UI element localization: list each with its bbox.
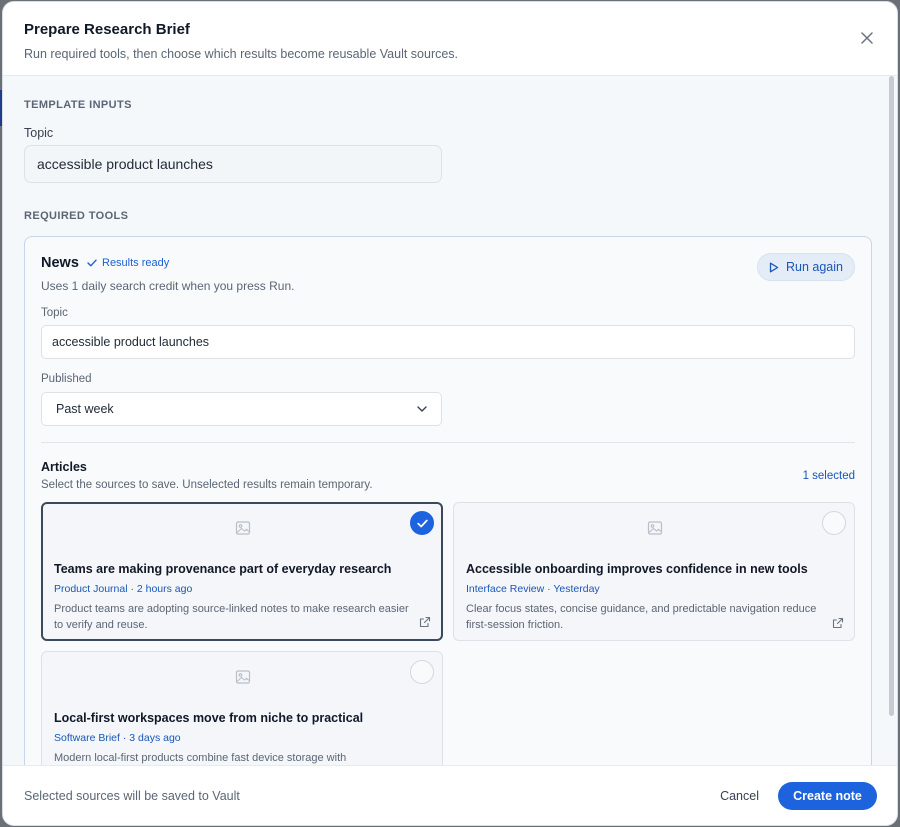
topic-label: Topic	[24, 126, 54, 140]
close-icon	[861, 32, 873, 44]
required-tools-heading: REQUIRED TOOLS	[24, 210, 129, 222]
topic-input[interactable]: accessible product launches	[24, 145, 442, 183]
dialog-header: Prepare Research Brief Run required tool…	[3, 2, 897, 76]
article-title: Local-first workspaces move from niche t…	[54, 711, 364, 725]
article-excerpt: Clear focus states, concise guidance, an…	[466, 603, 817, 631]
selection-checkbox[interactable]	[822, 511, 846, 535]
article-card[interactable]: Teams are making provenance part of ever…	[41, 502, 443, 641]
image-placeholder-icon	[235, 670, 251, 684]
tool-name: News	[41, 255, 79, 271]
tool-topic-label: Topic	[41, 307, 68, 319]
tool-description: Uses 1 daily search credit when you pres…	[41, 279, 295, 293]
article-excerpt: Product teams are adopting source-linked…	[54, 603, 409, 631]
template-inputs-heading: TEMPLATE INPUTS	[24, 99, 132, 111]
dialog-title: Prepare Research Brief	[24, 21, 190, 38]
selected-count: 1 selected	[802, 470, 855, 482]
check-icon	[87, 259, 97, 267]
play-icon	[769, 262, 779, 272]
tool-topic-value: accessible product launches	[52, 335, 210, 349]
published-select[interactable]: Past week	[41, 392, 442, 426]
article-card[interactable]: Local-first workspaces move from niche t…	[41, 651, 443, 765]
article-title: Teams are making provenance part of ever…	[54, 562, 392, 576]
article-title: Accessible onboarding improves confidenc…	[466, 562, 808, 576]
external-link-icon[interactable]	[419, 616, 431, 628]
research-brief-dialog: Prepare Research Brief Run required tool…	[2, 1, 898, 826]
run-again-button[interactable]: Run again	[757, 253, 855, 281]
footer-note: Selected sources will be saved to Vault	[24, 789, 240, 803]
image-placeholder-icon	[235, 521, 251, 535]
external-link-icon[interactable]	[832, 617, 844, 629]
published-value: Past week	[56, 402, 114, 416]
chevron-down-icon	[417, 406, 427, 412]
checkmark-icon	[416, 519, 428, 527]
article-excerpt: Modern local-first products combine fast…	[54, 752, 347, 764]
article-meta: Software Brief · 3 days ago	[54, 732, 181, 744]
dialog-subtitle: Run required tools, then choose which re…	[24, 47, 459, 61]
article-meta: Product Journal · 2 hours ago	[54, 583, 193, 595]
articles-heading: Articles	[41, 460, 87, 474]
published-label: Published	[41, 373, 92, 385]
scrollbar[interactable]	[889, 76, 894, 716]
status-text: Results ready	[102, 257, 170, 269]
image-placeholder-icon	[647, 521, 663, 535]
article-card[interactable]: Accessible onboarding improves confidenc…	[453, 502, 855, 641]
tool-topic-input[interactable]: accessible product launches	[41, 325, 855, 359]
news-tool-card: News Results ready Uses 1 daily search c…	[24, 236, 872, 765]
cancel-button[interactable]: Cancel	[720, 789, 759, 803]
create-note-button[interactable]: Create note	[778, 782, 877, 810]
divider	[41, 442, 855, 443]
articles-description: Select the sources to save. Unselected r…	[41, 479, 373, 491]
dialog-footer: Selected sources will be saved to Vault …	[3, 765, 897, 825]
selection-checkbox[interactable]	[410, 660, 434, 684]
article-meta: Interface Review · Yesterday	[466, 583, 600, 595]
status-badge: Results ready	[87, 257, 169, 269]
selection-checkbox[interactable]	[410, 511, 434, 535]
run-again-label: Run again	[786, 260, 843, 274]
close-button[interactable]	[857, 28, 877, 48]
topic-input-value: accessible product launches	[37, 156, 213, 172]
dialog-body: TEMPLATE INPUTS Topic accessible product…	[3, 76, 897, 765]
